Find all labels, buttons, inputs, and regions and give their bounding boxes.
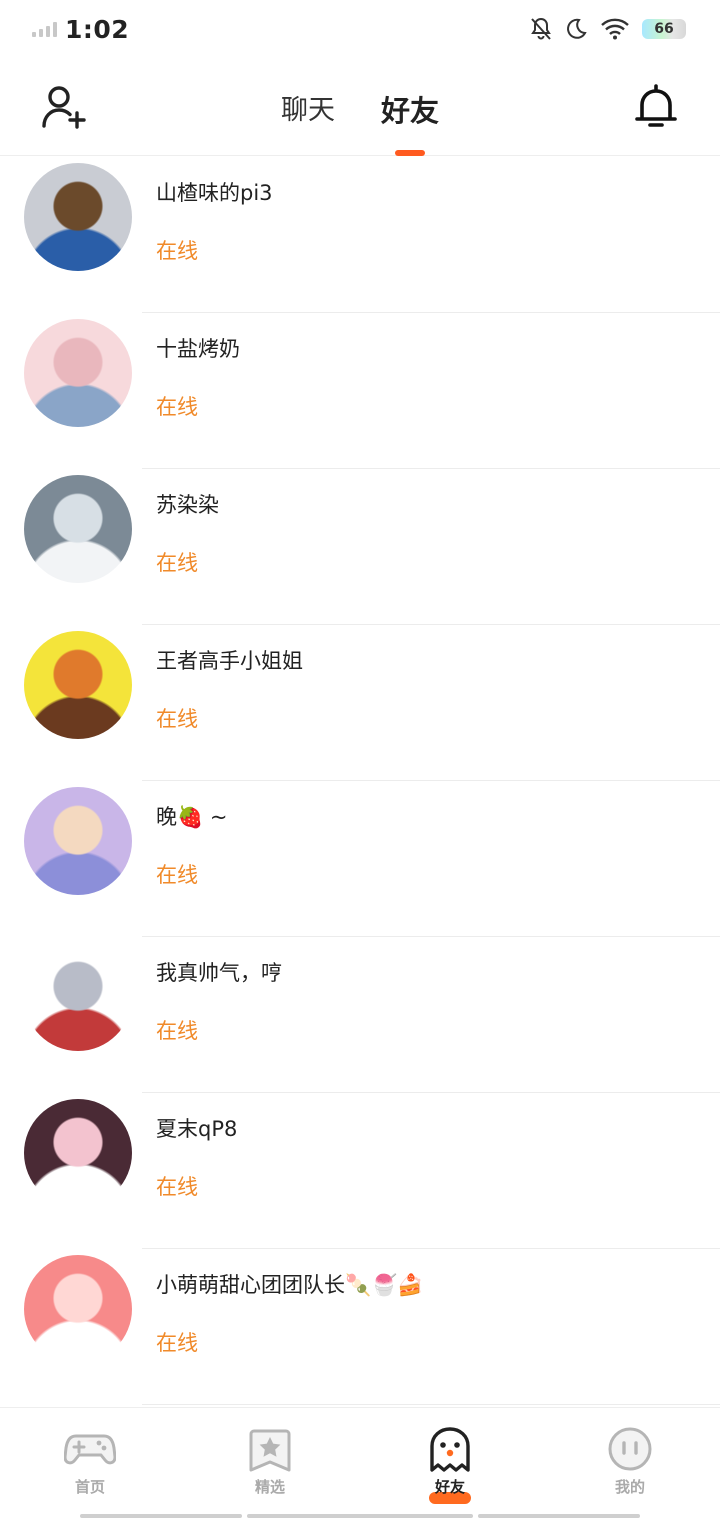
avatar[interactable]: [24, 1099, 132, 1207]
friend-name: 我真帅气，哼: [156, 961, 282, 985]
avatar[interactable]: [24, 1255, 132, 1363]
gesture-bar-left: [80, 1514, 242, 1518]
tab-friends-label: 好友: [380, 94, 439, 128]
star-bookmark-icon: [249, 1429, 291, 1472]
friend-name: 小萌萌甜心团团队长🍡🍧🍰: [156, 1273, 424, 1297]
friend-row[interactable]: 夏末qP8 在线: [0, 1093, 720, 1249]
friend-name: 山楂味的pi3: [156, 181, 273, 205]
online-status: 在线: [156, 1175, 198, 1199]
tab-friends[interactable]: 好友: [380, 88, 439, 156]
nav-friends-label: 好友: [434, 1478, 465, 1496]
wifi-icon: [601, 18, 629, 40]
friend-row[interactable]: 小萌萌甜心团团队长🍡🍧🍰 在线: [0, 1249, 720, 1405]
online-status: 在线: [156, 1019, 198, 1043]
bell-muted-icon: [531, 17, 551, 40]
friend-row[interactable]: 苏染染 在线: [0, 469, 720, 625]
nav-featured[interactable]: 精选: [180, 1408, 360, 1520]
nav-home-label: 首页: [74, 1478, 105, 1496]
header-tabs: 聊天 好友: [0, 88, 720, 156]
nav-home[interactable]: 首页: [0, 1408, 180, 1520]
friend-row[interactable]: 王者高手小姐姐 在线: [0, 625, 720, 781]
online-status: 在线: [156, 239, 198, 263]
friend-name: 十盐烤奶: [156, 337, 240, 361]
avatar[interactable]: [24, 631, 132, 739]
gesture-bar-right: [478, 1514, 640, 1518]
status-bar: 1:02 66: [0, 0, 720, 58]
ghost-icon: [430, 1427, 470, 1472]
friend-row[interactable]: 山楂味的pi3 在线: [0, 157, 720, 313]
friend-row[interactable]: 我真帅气，哼 在线: [0, 937, 720, 1093]
friend-row[interactable]: 晚🍓 ~ 在线: [0, 781, 720, 937]
online-status: 在线: [156, 707, 198, 731]
gesture-bar-middle: [247, 1514, 473, 1518]
status-left: 1:02: [32, 15, 129, 44]
nav-friends[interactable]: 好友: [360, 1408, 540, 1520]
active-tab-indicator: [394, 150, 425, 156]
nav-mine-label: 我的: [614, 1478, 645, 1496]
gamepad-icon: [64, 1434, 116, 1465]
battery-icon: 66: [642, 19, 686, 39]
avatar[interactable]: [24, 475, 132, 583]
face-icon: [608, 1427, 652, 1471]
nav-featured-label: 精选: [254, 1478, 285, 1496]
avatar[interactable]: [24, 163, 132, 271]
friend-name: 夏末qP8: [156, 1117, 238, 1141]
friend-name: 苏染染: [156, 493, 219, 517]
online-status: 在线: [156, 395, 198, 419]
status-time: 1:02: [65, 14, 130, 44]
signal-icon: [32, 21, 57, 37]
bell-icon[interactable]: [632, 82, 680, 132]
tab-chat-label: 聊天: [280, 95, 335, 126]
friend-row[interactable]: 十盐烤奶 在线: [0, 313, 720, 469]
online-status: 在线: [156, 551, 198, 575]
tab-chat[interactable]: 聊天: [281, 88, 335, 128]
moon-icon: [567, 18, 587, 39]
avatar[interactable]: [24, 943, 132, 1051]
battery-level: 66: [654, 21, 674, 37]
status-right: 66: [530, 17, 686, 41]
top-header: 聊天 好友: [0, 58, 720, 156]
online-status: 在线: [156, 1331, 198, 1355]
online-status: 在线: [156, 863, 198, 887]
bottom-nav: 首页 精选 好友 我的: [0, 1407, 720, 1520]
avatar[interactable]: [24, 787, 132, 895]
row-divider: [142, 1404, 720, 1405]
friend-name: 王者高手小姐姐: [156, 649, 303, 673]
avatar[interactable]: [24, 319, 132, 427]
nav-mine[interactable]: 我的: [540, 1408, 720, 1520]
friend-list[interactable]: 山楂味的pi3 在线 十盐烤奶 在线 苏染染 在线 王者高手小姐姐 在线 晚🍓 ~ 在线 我真帅气，…: [0, 157, 720, 1407]
friend-name: 晚🍓 ~: [156, 805, 228, 829]
